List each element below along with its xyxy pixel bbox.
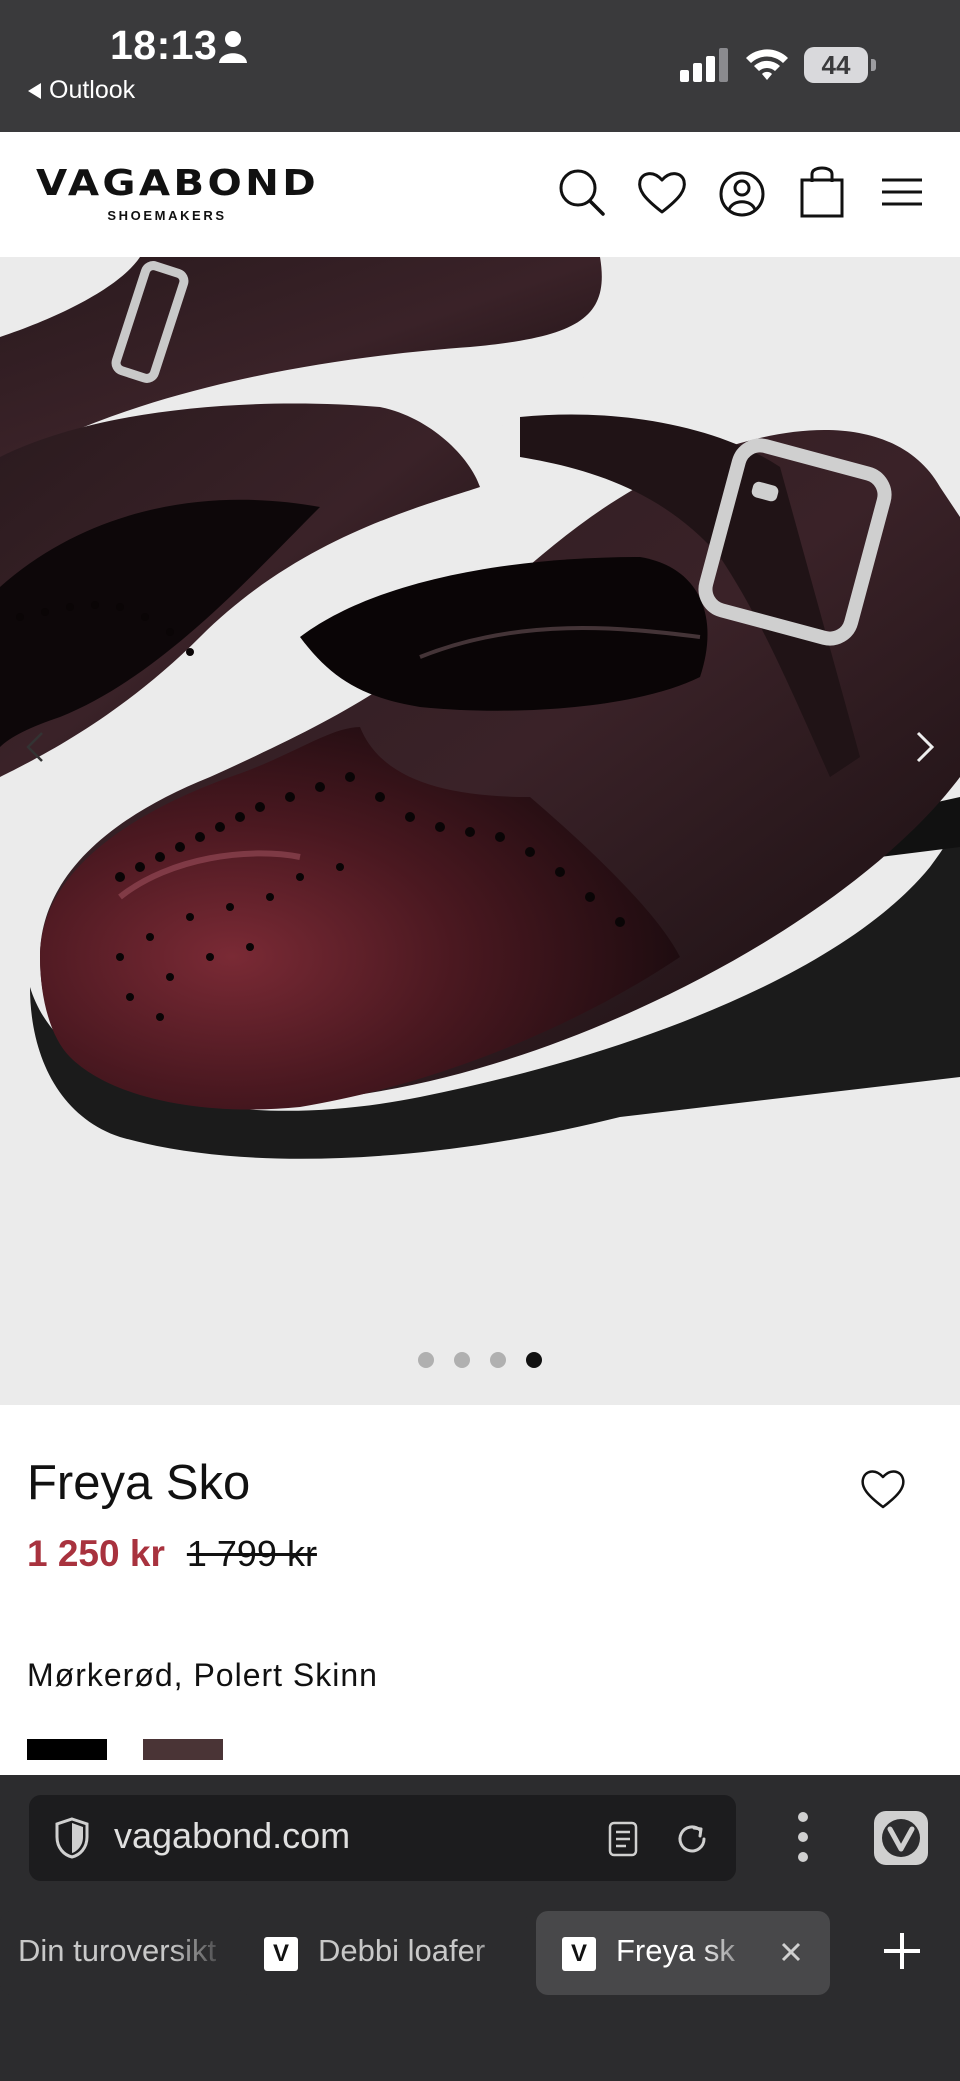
- gallery-dot[interactable]: [454, 1352, 470, 1368]
- wishlist-heart-icon[interactable]: [634, 162, 690, 222]
- gallery-next-arrow[interactable]: [906, 717, 946, 777]
- back-caret-icon: [28, 82, 41, 99]
- more-options-icon[interactable]: [785, 1807, 821, 1867]
- tab-freya-sko-active[interactable]: V Freya sko: [536, 1911, 830, 1995]
- logo-subtitle: SHOEMAKERS: [107, 208, 227, 223]
- color-swatch-dark-red[interactable]: [143, 1739, 223, 1760]
- product-image-shoe: [0, 257, 960, 1159]
- battery-tip: [871, 59, 876, 71]
- status-bar: 18:13 Outlook 44: [0, 0, 960, 132]
- person-icon: [218, 30, 248, 64]
- wifi-icon: [744, 46, 790, 82]
- account-icon[interactable]: [714, 162, 770, 222]
- url-text: vagabond.com: [114, 1815, 351, 1856]
- cellular-signal-icon: [680, 48, 730, 82]
- status-time: 18:13: [110, 22, 218, 68]
- tab-debbi-loafer[interactable]: V Debbi loafer: [238, 1911, 528, 1995]
- battery-level: 44: [804, 47, 868, 83]
- product-info: Freya Sko 1 250 kr 1 799 kr Mørkerød, Po…: [0, 1405, 960, 1775]
- tab-strip: Din turoversikt V Debbi loafer V Freya s…: [0, 1897, 960, 2081]
- add-to-wishlist-heart-icon[interactable]: [858, 1465, 908, 1511]
- tab-label: Debbi loafer: [318, 1933, 486, 1968]
- battery-icon: 44: [804, 47, 878, 83]
- product-image-gallery[interactable]: [0, 257, 960, 1405]
- gallery-prev-arrow[interactable]: [14, 717, 54, 777]
- search-icon[interactable]: [554, 162, 610, 222]
- site-header: VAGABOND SHOEMAKERS: [0, 132, 960, 257]
- shield-icon[interactable]: [54, 1817, 90, 1859]
- selected-color-name: Mørkerød, Polert Skinn: [27, 1657, 378, 1693]
- original-price: 1 799 kr: [186, 1533, 317, 1574]
- back-to-app-link[interactable]: Outlook: [28, 76, 135, 105]
- reload-icon[interactable]: [674, 1821, 710, 1857]
- color-swatch-black[interactable]: [27, 1739, 107, 1760]
- sale-price: 1 250 kr: [27, 1533, 165, 1574]
- vivaldi-browser-icon[interactable]: [874, 1811, 928, 1865]
- new-tab-plus-icon[interactable]: [880, 1929, 924, 1973]
- reader-view-icon[interactable]: [607, 1821, 639, 1857]
- vagabond-logo[interactable]: VAGABOND SHOEMAKERS: [36, 166, 336, 224]
- gallery-dot-active[interactable]: [526, 1352, 542, 1368]
- product-title: Freya Sko: [27, 1456, 251, 1510]
- vagabond-favicon: V: [562, 1937, 596, 1971]
- vagabond-favicon: V: [264, 1937, 298, 1971]
- close-tab-icon[interactable]: [776, 1937, 806, 1967]
- gallery-dot[interactable]: [418, 1352, 434, 1368]
- shopping-bag-icon[interactable]: [794, 162, 850, 222]
- url-field[interactable]: vagabond.com: [29, 1795, 736, 1881]
- menu-hamburger-icon[interactable]: [874, 162, 930, 222]
- back-app-label: Outlook: [49, 76, 136, 104]
- browser-address-bar: vagabond.com: [0, 1775, 960, 1897]
- logo-wordmark: VAGABOND: [36, 163, 320, 204]
- gallery-dot[interactable]: [490, 1352, 506, 1368]
- gallery-pagination: [0, 1352, 960, 1368]
- tab-din-turoversikt[interactable]: Din turoversikt: [0, 1911, 230, 1995]
- price-row: 1 250 kr 1 799 kr: [27, 1533, 317, 1575]
